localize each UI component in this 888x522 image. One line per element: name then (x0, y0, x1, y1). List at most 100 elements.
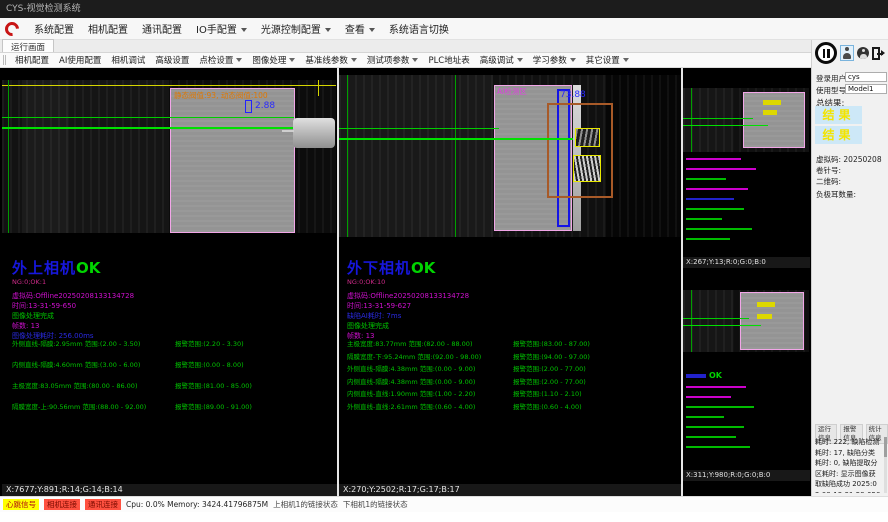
measurement-text: 外侧直线-隔膜:4.38mm 范围:(0.00 - 9.00) (347, 363, 513, 376)
pixel-readout-upper-outer: X:7677;Y:891;R:14;G:14;B:14 (2, 484, 337, 496)
green-vertical-line (691, 88, 692, 152)
tiny-text-line (686, 168, 756, 170)
green-measure-line (339, 128, 499, 129)
menu-item-light-control[interactable]: 光源控制配置 (254, 18, 338, 39)
green-measure-line (2, 127, 294, 129)
green-vertical-line (691, 290, 692, 352)
toolbar-label: 高级设置 (155, 56, 189, 66)
blue-roi (245, 100, 252, 113)
menu-item-language-switch[interactable]: 系统语言切换 (382, 18, 456, 39)
toolbar-grip[interactable] (3, 55, 6, 65)
chevron-down-icon (236, 58, 242, 62)
menu-item-io-config[interactable]: IO手配置 (189, 18, 254, 39)
tiny-text-line (686, 446, 750, 448)
measurement-text: 外侧直线-直线:2.61mm 范围:(0.60 - 4.00) (347, 401, 513, 414)
toolbar-label: 点检设置 (199, 56, 233, 66)
camera-view-upper-outer[interactable]: 静态阀值:93, 动态阀值:100 2.88 (2, 80, 336, 233)
toolbar-camera-config[interactable]: 相机配置 (10, 52, 54, 68)
menu-label: 系统语言切换 (389, 25, 449, 36)
pause-icon (827, 49, 830, 58)
arrow-head (881, 50, 885, 56)
membrane-roi (170, 88, 295, 233)
measurement-text: 内侧直线-隔膜:4.60mm 范围:(3.00 - 6.00) (12, 359, 175, 380)
toolbar-baseline-params[interactable]: 基准线参数 (300, 52, 362, 68)
tiny-text-line (686, 396, 731, 398)
toolbar-ai-usage-config[interactable]: AI使用配置 (54, 52, 106, 68)
qrcode-label: 二维码: (816, 176, 841, 187)
virtual-code-line: 虚拟码:Offline20250208133134728 (12, 291, 134, 301)
toolbar-label: PLC地址表 (428, 56, 469, 66)
pixel-readout-thumb-bottom: X:311;Y:980;R:0;G:0;B:0 (683, 470, 810, 481)
alarm-range-text: 报警范围:(81.00 - 85.00) (175, 380, 334, 401)
toolbar-advanced-debug[interactable]: 高级调试 (475, 52, 528, 68)
toolbar-label: 相机调试 (111, 56, 145, 66)
operator-account-button[interactable] (856, 45, 870, 61)
menu-label: 光源控制配置 (261, 25, 321, 36)
tiny-text-line (686, 218, 722, 220)
menu-label: 系统配置 (34, 25, 74, 36)
tiny-text-line (686, 178, 726, 180)
processing-done-line: 图像处理完成 (12, 311, 134, 321)
toolbar-plc-address-table[interactable]: PLC地址表 (423, 52, 474, 68)
tiny-text-line (686, 198, 734, 200)
tiny-text-line (686, 406, 754, 408)
chevron-down-icon (570, 58, 576, 62)
model-input[interactable]: Model1 (845, 84, 887, 94)
measurement-row: 隔膜宽度-下:95.24mm 范围:(92.00 - 98.00)报警范围:(9… (347, 351, 677, 364)
alarm-range-text: 报警范围:(2.20 - 3.30) (175, 338, 334, 359)
heartbeat-status-badge: 心跳信号 (3, 499, 39, 510)
toolbar-camera-debug[interactable]: 相机调试 (106, 52, 150, 68)
app-logo-icon (2, 19, 22, 39)
result-display-2: 结果 (815, 126, 862, 144)
yellow-label-overlay (757, 302, 775, 307)
tiny-text-line (686, 188, 748, 190)
tiny-text-line (686, 208, 744, 210)
logout-button[interactable] (871, 45, 885, 61)
processing-done-line: 图像处理完成 (347, 321, 469, 331)
membrane-roi (740, 292, 804, 350)
result-panel-lower-outer: 外下相机OK NG:0;OK:10 虚拟码:Offline20250208133… (347, 257, 469, 341)
result-panel-upper-outer: 外上相机OK NG:0;OK:1 虚拟码:Offline202502081331… (12, 257, 134, 341)
chevron-down-icon (412, 58, 418, 62)
toolbar-spot-check[interactable]: 点检设置 (194, 52, 247, 68)
menu-item-comm-config[interactable]: 通讯配置 (135, 18, 189, 39)
menu-bar: 系统配置 相机配置 通讯配置 IO手配置 光源控制配置 查看 系统语言切换 (0, 18, 888, 40)
reel-number-label: 卷针号: (816, 165, 841, 176)
camera-status: OK (411, 259, 435, 277)
menu-item-camera-config[interactable]: 相机配置 (81, 18, 135, 39)
toolbar-other-settings[interactable]: 其它设置 (581, 52, 634, 68)
camera-thumb-top[interactable] (683, 88, 809, 152)
scrollbar-thumb[interactable] (884, 437, 887, 457)
result-display-1: 结果 (815, 106, 862, 124)
camera-view-lower-outer[interactable]: AI检测区 73.88 (339, 75, 681, 237)
camera-title-row: 外下相机OK (347, 257, 469, 278)
toolbar-image-processing[interactable]: 图像处理 (247, 52, 300, 68)
user-login-button[interactable] (840, 45, 854, 61)
alarm-range-text: 报警范围:(0.60 - 4.00) (513, 401, 677, 414)
login-user-input[interactable]: cys (845, 72, 887, 82)
tab-run-screen[interactable]: 运行画面 (2, 39, 54, 52)
measurement-row: 外侧直线-隔膜:4.38mm 范围:(0.00 - 9.00)报警范围:(2.0… (347, 363, 677, 376)
toolbar-label: 测试项参数 (367, 56, 410, 66)
green-measure-line (339, 138, 573, 140)
menu-label: 通讯配置 (142, 25, 182, 36)
menu-item-system-config[interactable]: 系统配置 (27, 18, 81, 39)
toolbar-learning-params[interactable]: 学习参数 (528, 52, 581, 68)
chevron-down-icon (517, 58, 523, 62)
run-log-text: 耗时: 222, 缺陷检测耗时: 17, 缺陷分类耗时: 0, 缺陷提取分区耗时… (815, 437, 881, 493)
green-measure-line (683, 125, 768, 126)
toolbar-test-params[interactable]: 测试项参数 (362, 52, 424, 68)
thumb-bottom-status-row: OK (686, 371, 722, 380)
chevron-down-icon (351, 58, 357, 62)
toolbar-advanced-settings[interactable]: 高级设置 (150, 52, 194, 68)
camera-thumb-bottom[interactable] (683, 290, 809, 352)
pause-button[interactable] (815, 42, 837, 64)
titlebar: CYS-视觉检测系统 (0, 0, 888, 18)
log-scrollbar[interactable] (884, 437, 887, 493)
tiny-text-line (686, 416, 724, 418)
menu-item-view[interactable]: 查看 (338, 18, 382, 39)
menu-label: 查看 (345, 25, 365, 36)
measurement-row: 主极宽度:83.05mm 范围:(80.00 - 86.00)报警范围:(81.… (12, 380, 334, 401)
green-measure-line (683, 325, 761, 326)
brown-roi (547, 103, 613, 198)
